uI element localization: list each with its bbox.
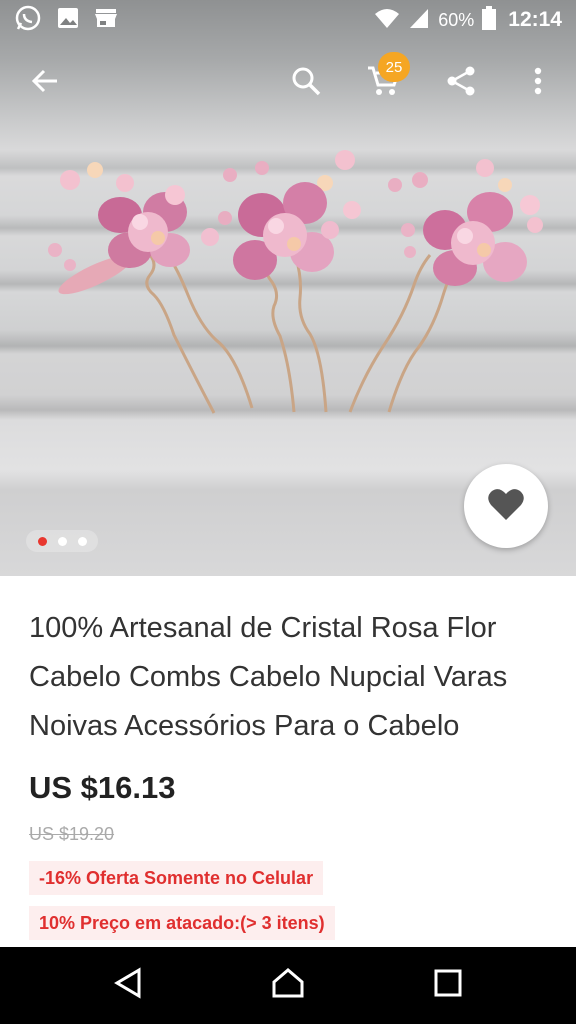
- whatsapp-icon: [14, 4, 42, 37]
- gallery-page-indicator: [26, 530, 98, 552]
- gallery-dot-2[interactable]: [57, 536, 67, 546]
- original-price: US $19.20: [29, 824, 115, 844]
- product-price: US $16.13: [29, 770, 176, 805]
- more-options-button[interactable]: [510, 50, 566, 116]
- more-vert-icon: [534, 67, 542, 100]
- promo-wholesale: 10% Preço em atacado:(> 3 itens): [29, 906, 335, 940]
- product-image-gallery[interactable]: 60% 12:14 25: [0, 0, 576, 576]
- status-time: 12:14: [508, 8, 562, 31]
- share-button[interactable]: [433, 50, 489, 116]
- recents-icon: [434, 969, 462, 1002]
- product-toolbar: [0, 50, 576, 116]
- wishlist-button[interactable]: [464, 464, 548, 548]
- flower-middle: [218, 150, 361, 280]
- product-title: 100% Artesanal de Cristal Rosa Flor Cabe…: [29, 612, 508, 742]
- store-icon: [94, 6, 118, 35]
- promo-mobile-only: -16% Oferta Somente no Celular: [29, 861, 324, 895]
- share-icon: [445, 65, 477, 102]
- heart-icon: [488, 487, 524, 526]
- back-triangle-icon: [113, 967, 143, 1004]
- battery-percent: 60%: [438, 9, 475, 30]
- home-icon: [271, 967, 305, 1004]
- battery-icon: [482, 5, 497, 35]
- image-icon: [56, 6, 80, 35]
- back-arrow-icon: [30, 66, 60, 101]
- system-back-button[interactable]: [78, 947, 178, 1024]
- system-navigation-bar: [0, 947, 576, 1024]
- cart-count-badge: 25: [378, 52, 410, 82]
- signal-icon: [408, 7, 430, 34]
- system-recents-button[interactable]: [398, 947, 498, 1024]
- flower-right: [388, 159, 543, 286]
- system-home-button[interactable]: [238, 947, 338, 1024]
- search-icon: [290, 65, 322, 102]
- status-bar: 60% 12:14: [0, 0, 576, 40]
- wifi-icon: [374, 7, 400, 34]
- gallery-dot-1[interactable]: [37, 536, 47, 546]
- search-button[interactable]: [278, 50, 334, 116]
- flower-left: [48, 162, 219, 295]
- gallery-dot-3[interactable]: [77, 536, 87, 546]
- back-button[interactable]: [17, 50, 73, 116]
